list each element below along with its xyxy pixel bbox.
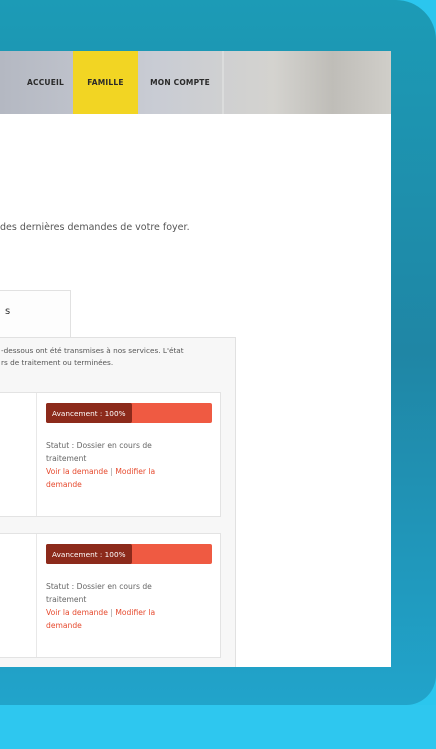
status-line: traitement bbox=[46, 454, 87, 463]
request-card: Avancement : 100% Statut : Dossier en co… bbox=[0, 533, 221, 658]
nav-item-mon-compte[interactable]: MON COMPTE bbox=[138, 51, 222, 114]
nav-item-famille[interactable]: FAMILLE bbox=[73, 51, 138, 114]
request-card: Avancement : 100% Statut : Dossier en co… bbox=[0, 392, 221, 517]
request-links: Voir la demande | Modifier la demande bbox=[46, 606, 186, 632]
main-navigation: ACCUEIL FAMILLE MON COMPTE bbox=[0, 51, 391, 114]
panel-description-line: -dessous ont été transmises à nos servic… bbox=[1, 346, 184, 355]
request-status: Statut : Dossier en cours de traitement bbox=[46, 580, 196, 606]
link-separator: | bbox=[110, 467, 113, 476]
tab-label: s bbox=[5, 306, 11, 317]
progress-label: Avancement : 100% bbox=[46, 403, 132, 423]
progress-bar: Avancement : 100% bbox=[46, 544, 212, 564]
edit-request-link[interactable]: Modifier la bbox=[115, 608, 155, 617]
progress-label: Avancement : 100% bbox=[46, 544, 132, 564]
status-line: Statut : Dossier en cours de bbox=[46, 582, 152, 591]
tab-requests[interactable]: s bbox=[0, 290, 71, 338]
nav-divider bbox=[222, 51, 224, 114]
panel-description-line: rs de traitement ou terminées. bbox=[1, 358, 114, 367]
status-line: Statut : Dossier en cours de bbox=[46, 441, 152, 450]
panel-description: -dessous ont été transmises à nos servic… bbox=[1, 345, 233, 369]
edit-request-link-continued[interactable]: demande bbox=[46, 621, 82, 630]
edit-request-link-continued[interactable]: demande bbox=[46, 480, 82, 489]
status-line: traitement bbox=[46, 595, 87, 604]
edit-request-link[interactable]: Modifier la bbox=[115, 467, 155, 476]
browser-screen: ACCUEIL FAMILLE MON COMPTE des dernières… bbox=[0, 51, 391, 667]
request-links: Voir la demande | Modifier la demande bbox=[46, 465, 186, 491]
nav-item-accueil[interactable]: ACCUEIL bbox=[0, 51, 73, 114]
request-status: Statut : Dossier en cours de traitement bbox=[46, 439, 196, 465]
background-band bbox=[0, 705, 436, 749]
progress-bar: Avancement : 100% bbox=[46, 403, 212, 423]
view-request-link[interactable]: Voir la demande bbox=[46, 467, 108, 476]
intro-text: des dernières demandes de votre foyer. bbox=[0, 222, 190, 233]
card-divider bbox=[36, 534, 37, 657]
link-separator: | bbox=[110, 608, 113, 617]
card-divider bbox=[36, 393, 37, 516]
view-request-link[interactable]: Voir la demande bbox=[46, 608, 108, 617]
